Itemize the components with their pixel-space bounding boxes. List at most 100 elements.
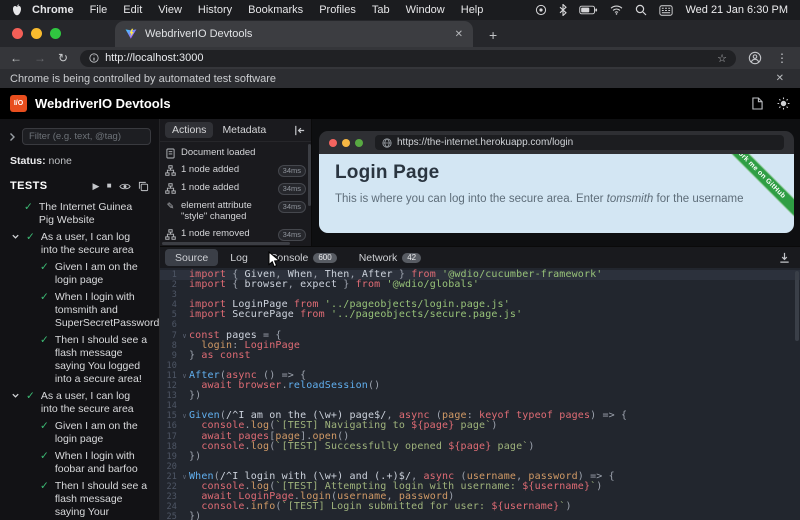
filter-input[interactable] (22, 128, 151, 145)
code-line-12[interactable]: 12 await browser.reloadSession() (160, 381, 800, 391)
window-controls (12, 28, 61, 39)
banner-close-icon[interactable]: ✕ (776, 73, 790, 84)
menu-file[interactable]: File (82, 4, 116, 16)
test-tree-item[interactable]: ✓Then I should see a flash message sayin… (0, 334, 159, 386)
input-switcher-icon[interactable] (659, 5, 673, 16)
sidebar-collapse-chevron-icon[interactable] (8, 132, 16, 142)
node-tree-icon (165, 229, 176, 240)
test-tree-item[interactable]: ✓Then I should see a flash message sayin… (0, 480, 159, 520)
editor-tab-network[interactable]: Network42 (349, 249, 431, 266)
code-line-9[interactable]: 9} as const (160, 351, 800, 361)
window-minimize-button[interactable] (31, 28, 42, 39)
bluetooth-icon[interactable] (559, 4, 567, 16)
tab-close-icon[interactable]: ✕ (455, 29, 463, 40)
code-line-19[interactable]: 19}) (160, 452, 800, 462)
node-tree-icon (165, 165, 176, 176)
menu-bookmarks[interactable]: Bookmarks (240, 4, 311, 16)
test-tree-item[interactable]: ✓As a user, I can log into the secure ar… (0, 390, 159, 416)
window-close-button[interactable] (12, 28, 23, 39)
code-line-13[interactable]: 13}) (160, 391, 800, 401)
theme-toggle-sun-icon[interactable] (777, 97, 790, 110)
browser-tab[interactable]: WebdriverIO Devtools ✕ (115, 21, 473, 47)
fold-gutter (180, 432, 189, 442)
action-event-row[interactable]: 1 node added34ms (160, 161, 311, 179)
watch-eye-icon[interactable] (119, 182, 131, 191)
fold-gutter (180, 280, 189, 290)
code-line-8[interactable]: 8 login: LoginPage (160, 341, 800, 351)
test-tree-item[interactable]: ✓As a user, I can log into the secure ar… (0, 231, 159, 257)
node-tree-icon (165, 183, 176, 194)
test-title: Given I am on the login page (55, 420, 155, 446)
editor-tab-log[interactable]: Log (220, 249, 258, 266)
menu-edit[interactable]: Edit (115, 4, 150, 16)
editor-scrollbar[interactable] (795, 271, 799, 341)
fold-chevron-icon[interactable]: ∨ (180, 411, 189, 421)
test-title: The Internet Guinea Pig Website (39, 201, 139, 227)
check-icon: ✓ (40, 291, 49, 330)
site-info-icon[interactable] (89, 53, 99, 63)
pencil-icon: ✎ (165, 201, 176, 211)
horizontal-scrollbar[interactable] (162, 242, 290, 245)
browser-menu-icon[interactable]: ⋮ (774, 51, 790, 65)
apple-menu-icon[interactable] (12, 4, 22, 16)
menu-tab[interactable]: Tab (364, 4, 398, 16)
fold-gutter (180, 482, 189, 492)
wifi-icon[interactable] (610, 5, 623, 15)
profile-icon[interactable] (748, 51, 762, 65)
fold-chevron-icon[interactable]: ∨ (180, 331, 189, 341)
reload-icon[interactable]: ↻ (58, 52, 68, 64)
fold-chevron-icon[interactable]: ∨ (180, 371, 189, 381)
address-bar[interactable]: http://localhost:3000 ☆ (80, 50, 736, 67)
chevron-down-icon[interactable] (11, 391, 20, 416)
code-editor[interactable]: 1import { Given, When, Then, After } fro… (160, 268, 800, 520)
actions-panel: Actions Metadata Document loaded1 node a… (160, 119, 312, 246)
copy-icon[interactable] (138, 181, 149, 192)
test-title: As a user, I can log into the secure are… (41, 390, 141, 416)
download-icon[interactable] (778, 251, 795, 264)
screen-record-icon[interactable] (535, 4, 547, 16)
test-tree-item[interactable]: ✓When I login with tomsmith and SuperSec… (0, 291, 159, 330)
search-icon[interactable] (635, 4, 647, 16)
login-page-heading: Login Page (335, 162, 778, 184)
code-line-5[interactable]: 5import SecurePage from '../pageobjects/… (160, 310, 800, 320)
editor-tab-bar: SourceLogConsole600Network42 (160, 246, 800, 268)
test-tree-item[interactable]: ✓Given I am on the login page (0, 420, 159, 446)
back-icon[interactable]: ← (10, 52, 22, 64)
code-line-25[interactable]: 25}) (160, 512, 800, 520)
code-line-2[interactable]: 2import { browser, expect } from '@wdio/… (160, 280, 800, 290)
report-file-icon[interactable] (752, 97, 763, 110)
menu-chrome[interactable]: Chrome (24, 4, 82, 16)
bookmark-star-icon[interactable]: ☆ (717, 52, 727, 65)
line-number: 8 (160, 341, 180, 351)
window-zoom-button[interactable] (50, 28, 61, 39)
menu-profiles[interactable]: Profiles (311, 4, 364, 16)
menu-window[interactable]: Window (398, 4, 453, 16)
battery-icon[interactable] (579, 5, 598, 15)
code-line-18[interactable]: 18 console.log(`[TEST] Successfully open… (160, 442, 800, 452)
tab-actions[interactable]: Actions (165, 122, 213, 138)
code-text: } as const (189, 351, 251, 361)
chevron-down-icon[interactable] (11, 232, 20, 257)
action-event-row[interactable]: 1 node removed34ms (160, 225, 311, 242)
menu-history[interactable]: History (190, 4, 240, 16)
new-tab-button[interactable]: + (489, 28, 497, 42)
menu-view[interactable]: View (150, 4, 190, 16)
action-event-row[interactable]: 1 node added34ms (160, 179, 311, 197)
forward-icon[interactable]: → (34, 52, 46, 64)
login-page-preview: Fork me on GitHub Login Page This is whe… (319, 154, 794, 233)
stop-tests-icon[interactable]: ■ (107, 182, 112, 190)
collapse-panel-icon[interactable] (293, 124, 306, 137)
menu-help[interactable]: Help (453, 4, 492, 16)
fold-chevron-icon[interactable]: ∨ (180, 472, 189, 482)
editor-tab-source[interactable]: Source (165, 249, 218, 266)
run-tests-play-icon[interactable]: ▶ (92, 182, 99, 190)
test-tree-item[interactable]: ✓Given I am on the login page (0, 261, 159, 287)
test-tree-item[interactable]: ✓The Internet Guinea Pig Website (0, 201, 159, 227)
test-tree-item[interactable]: ✓When I login with foobar and barfoo (0, 450, 159, 476)
menubar-clock[interactable]: Wed 21 Jan 6:30 PM (685, 4, 788, 16)
action-event-row[interactable]: ✎element attribute "style" changed34ms (160, 197, 311, 225)
action-event-row[interactable]: Document loaded (160, 144, 311, 161)
vertical-scrollbar[interactable] (308, 144, 311, 206)
code-line-24[interactable]: 24 console.info(`[TEST] Login submitted … (160, 502, 800, 512)
tab-metadata[interactable]: Metadata (215, 122, 273, 138)
